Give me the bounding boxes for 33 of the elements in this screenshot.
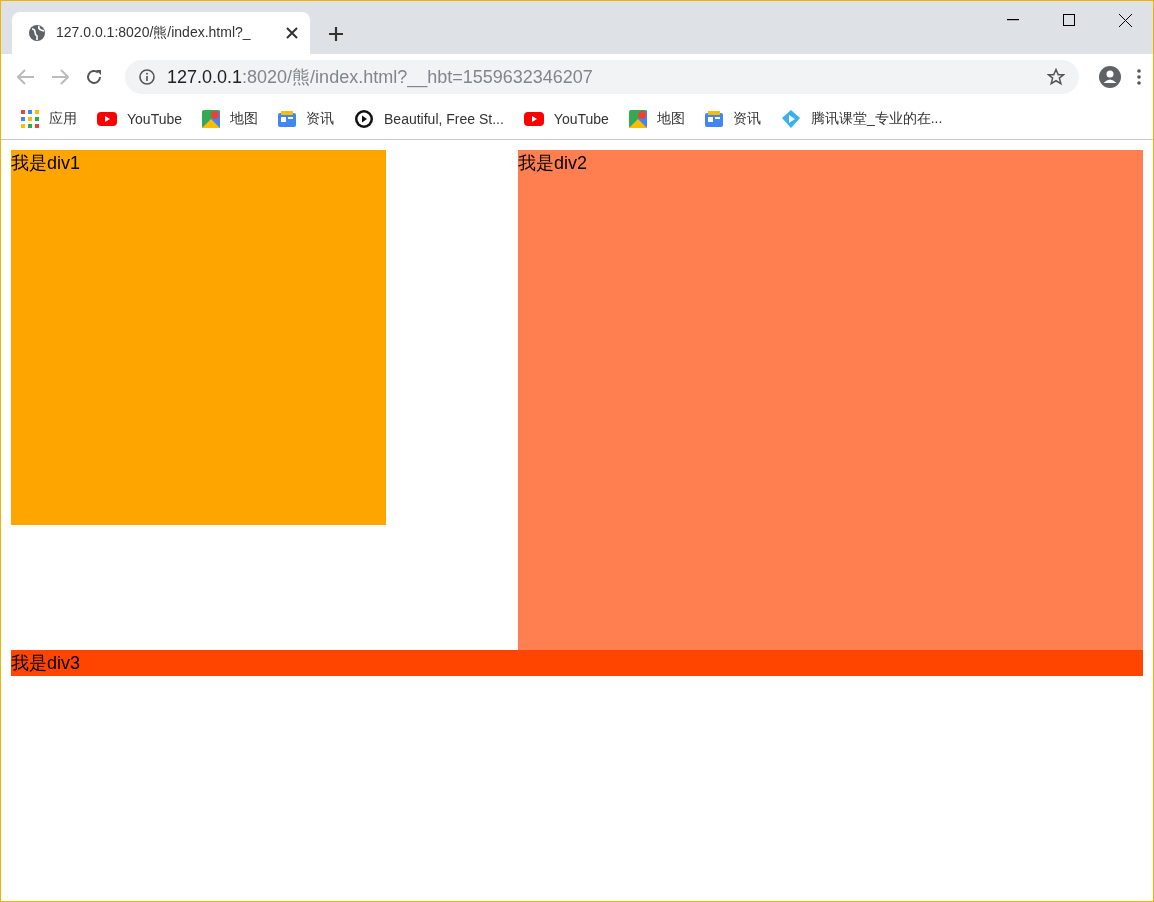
play-logo-icon	[523, 112, 544, 126]
block-label: 我是div1	[11, 153, 81, 173]
bookmark-link[interactable]: 地图	[202, 110, 258, 128]
play-logo-icon	[97, 112, 117, 126]
map-pin-icon	[628, 110, 647, 128]
play-diamond-icon	[780, 109, 801, 129]
newspaper-icon	[704, 111, 723, 127]
apps-grid-icon	[21, 110, 39, 128]
map-pin-icon	[202, 110, 220, 128]
address-bar[interactable]: 127.0.0.1:8020/熊/index.html?__hbt=1559632346207	[125, 59, 1079, 94]
url-text: 127.0.0.1:8020/熊/index.html?__hbt=1559632346207	[167, 65, 594, 89]
info-icon	[139, 68, 155, 85]
tab-title: 127.0.0.1:8020/熊/index.html?_	[56, 24, 252, 42]
newspaper-icon	[278, 111, 296, 127]
bookmark-link[interactable]: Beautiful, Free St...	[354, 109, 504, 129]
bookmark-link[interactable]: 地图	[628, 110, 685, 128]
bookmark-link[interactable]: 腾讯课堂_专业的在...	[780, 109, 943, 129]
bookmark-link[interactable]: YouTube	[523, 111, 609, 127]
bookmark-link[interactable]: 资讯	[704, 110, 761, 128]
account-icon[interactable]	[1099, 65, 1121, 88]
reload-icon[interactable]	[85, 67, 103, 86]
bookmark-link[interactable]: 应用	[21, 110, 77, 128]
menu-icon[interactable]	[1137, 68, 1141, 85]
block-label: 我是div2	[518, 153, 588, 173]
star-icon[interactable]	[1047, 67, 1065, 86]
bookmark-link[interactable]: YouTube	[97, 111, 182, 127]
bookmark-link[interactable]: 资讯	[278, 110, 334, 128]
close-tab-icon[interactable]	[286, 27, 298, 39]
browser-tab[interactable]: 127.0.0.1:8020/熊/index.html?_	[12, 12, 310, 54]
block-label: 我是div3	[11, 653, 81, 673]
new-tab-icon[interactable]	[328, 26, 344, 42]
globe-icon	[28, 24, 46, 42]
play-circle-icon	[354, 109, 374, 129]
